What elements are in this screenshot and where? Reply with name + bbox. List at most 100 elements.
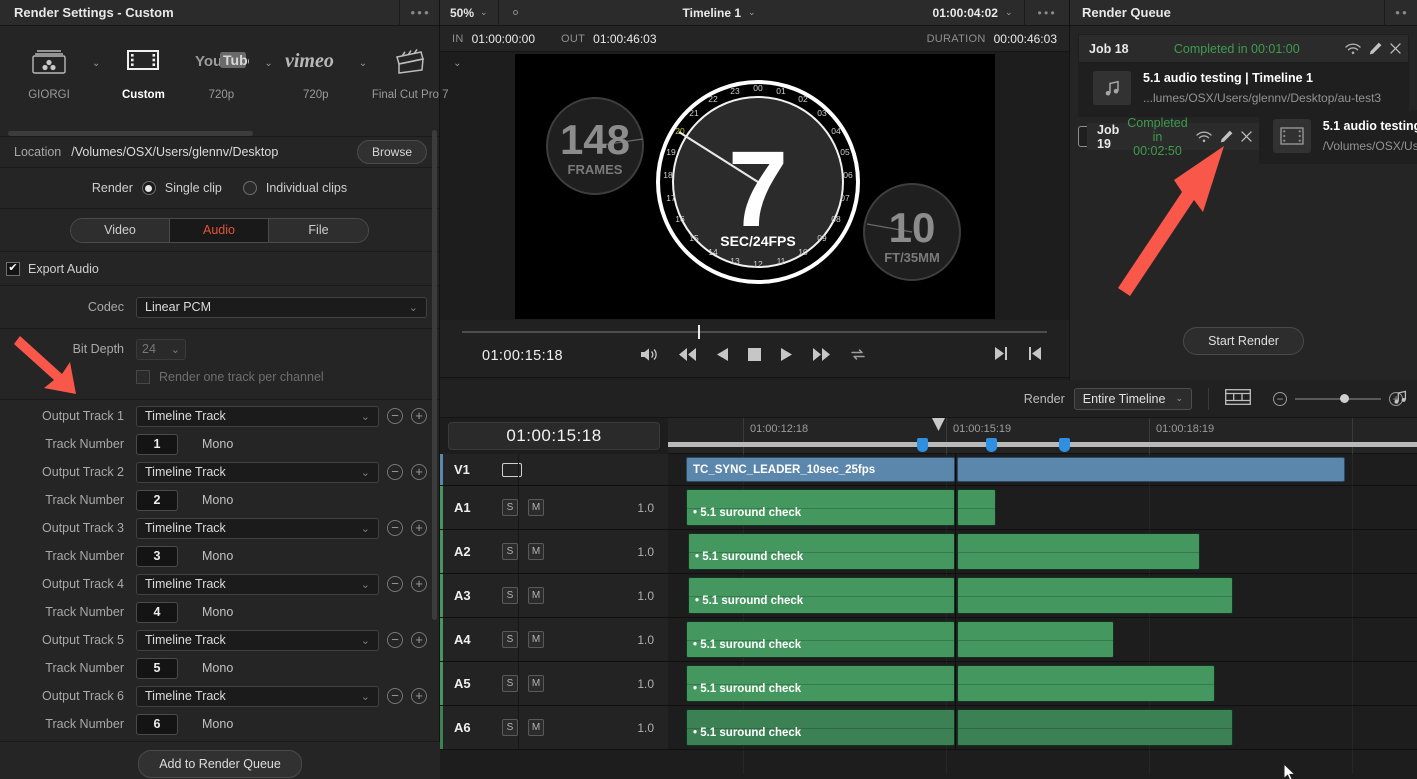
track-gain[interactable]: 1.0: [637, 721, 654, 735]
zoom-out-icon[interactable]: −: [1273, 391, 1287, 406]
track-solo-button[interactable]: S: [502, 587, 518, 604]
track-solo-button[interactable]: S: [502, 675, 518, 692]
timeline-clip[interactable]: [957, 577, 1233, 614]
preset-youtube[interactable]: You Tube 720p: [182, 40, 260, 101]
track-lane[interactable]: • 5.1 suround check: [668, 618, 1417, 661]
viewer-playhead[interactable]: [698, 325, 700, 339]
timeline-clip[interactable]: • 5.1 suround check: [688, 533, 955, 570]
track-lane[interactable]: • 5.1 suround check: [668, 486, 1417, 529]
close-icon[interactable]: [1390, 43, 1401, 54]
bit-depth-field[interactable]: 24 ⌄: [136, 338, 186, 360]
timeline-clip[interactable]: [957, 709, 1233, 746]
viewer-timecode-display[interactable]: 01:00:04:02 ⌄: [921, 0, 1026, 26]
timeline-playhead-head[interactable]: [932, 418, 945, 431]
viewer-scrubber[interactable]: [462, 331, 1047, 333]
timeline-clip[interactable]: • 5.1 suround check: [686, 621, 955, 658]
chevron-down-icon[interactable]: ⌄: [449, 58, 465, 69]
output-track-select[interactable]: Timeline Track ⌄: [136, 461, 379, 483]
timeline-clip[interactable]: TC_SYNC_LEADER_10sec_25fps: [686, 457, 955, 482]
timeline-clip[interactable]: [957, 457, 1345, 482]
chevron-down-icon[interactable]: ⌄: [355, 58, 371, 69]
track-number-field[interactable]: 3: [136, 545, 178, 567]
music-note-icon[interactable]: [1392, 389, 1409, 409]
track-header[interactable]: A5 S M 1.0: [440, 662, 668, 705]
track-gain[interactable]: 1.0: [637, 633, 654, 647]
tab-video[interactable]: Video: [71, 218, 170, 242]
chevron-down-icon[interactable]: ⌄: [260, 58, 276, 69]
preset-scroll-track[interactable]: [0, 124, 439, 136]
track-lane[interactable]: • 5.1 suround check: [668, 530, 1417, 573]
timeline-marker[interactable]: [986, 438, 997, 452]
track-number-field[interactable]: 2: [136, 489, 178, 511]
add-track-button[interactable]: +: [411, 632, 427, 648]
track-mute-button[interactable]: M: [528, 631, 544, 648]
render-queue-overflow-button[interactable]: ••: [1384, 0, 1409, 26]
add-track-button[interactable]: +: [411, 688, 427, 704]
filmstrip-view-icon[interactable]: [1225, 389, 1251, 408]
remove-track-button[interactable]: −: [387, 688, 403, 704]
preset-giorgi[interactable]: GIORGI: [10, 40, 88, 101]
preset-custom[interactable]: Custom: [104, 40, 182, 101]
track-lane[interactable]: • 5.1 suround check: [668, 662, 1417, 705]
track-number-field[interactable]: 6: [136, 713, 178, 735]
track-header[interactable]: A3 S M 1.0: [440, 574, 668, 617]
timeline-ruler[interactable]: 01:00:12:18 01:00:15:19 01:00:18:19: [668, 418, 1417, 454]
track-lane[interactable]: • 5.1 suround check: [668, 574, 1417, 617]
volume-icon[interactable]: [640, 347, 659, 362]
track-header[interactable]: A4 S M 1.0: [440, 618, 668, 661]
viewer-overflow-button[interactable]: •••: [1025, 6, 1069, 20]
output-track-select[interactable]: Timeline Track ⌄: [136, 405, 379, 427]
remove-track-button[interactable]: −: [387, 408, 403, 424]
jump-end-icon[interactable]: [812, 348, 830, 361]
wifi-icon[interactable]: [1345, 42, 1361, 55]
panel-overflow-button[interactable]: •••: [399, 0, 431, 26]
render-job[interactable]: Job 18 Completed in 00:01:00 5.1 audio t…: [1078, 34, 1409, 117]
track-solo-button[interactable]: S: [502, 543, 518, 560]
track-header[interactable]: A6 S M 1.0: [440, 706, 668, 749]
render-range-select[interactable]: Entire Timeline ⌄: [1073, 387, 1192, 410]
step-back-icon[interactable]: [717, 348, 728, 361]
loop-icon[interactable]: [850, 348, 866, 361]
mark-in-icon[interactable]: [1029, 347, 1041, 360]
timeline-marker[interactable]: [1059, 438, 1070, 452]
add-to-render-queue-button[interactable]: Add to Render Queue: [138, 750, 302, 778]
start-render-button[interactable]: Start Render: [1183, 327, 1304, 355]
timeline-clip[interactable]: [957, 621, 1114, 658]
timeline-timecode-display[interactable]: 01:00:15:18: [440, 418, 668, 454]
pencil-icon[interactable]: [1220, 130, 1233, 143]
add-track-button[interactable]: +: [411, 576, 427, 592]
add-track-button[interactable]: +: [411, 464, 427, 480]
track-solo-button[interactable]: S: [502, 499, 518, 516]
track-mute-button[interactable]: M: [528, 719, 544, 736]
output-track-select[interactable]: Timeline Track ⌄: [136, 629, 379, 651]
preset-vimeo[interactable]: vimeo 720p: [277, 40, 355, 101]
zoom-track[interactable]: [1295, 394, 1381, 403]
pencil-icon[interactable]: [1369, 42, 1382, 55]
mark-out-icon[interactable]: [995, 347, 1007, 360]
timeline-clip[interactable]: [957, 665, 1215, 702]
close-icon[interactable]: [1240, 131, 1252, 142]
timeline-clip[interactable]: • 5.1 suround check: [686, 489, 955, 526]
jump-start-icon[interactable]: [679, 348, 697, 361]
track-mute-button[interactable]: M: [528, 499, 544, 516]
track-gain[interactable]: 1.0: [637, 589, 654, 603]
output-track-select[interactable]: Timeline Track ⌄: [136, 685, 379, 707]
viewer-timeline-selector[interactable]: Timeline 1 ⌄: [518, 6, 921, 20]
add-track-button[interactable]: +: [411, 520, 427, 536]
tab-audio[interactable]: Audio: [170, 218, 269, 242]
video-viewer[interactable]: 148 FRAMES 10 FT/35MM 00 01 02 03 04 05 …: [440, 52, 1069, 320]
render-one-track-checkbox[interactable]: [136, 370, 150, 384]
timeline-clip[interactable]: • 5.1 suround check: [686, 665, 955, 702]
remove-track-button[interactable]: −: [387, 576, 403, 592]
chevron-down-icon[interactable]: ⌄: [88, 58, 104, 69]
browse-button[interactable]: Browse: [356, 140, 427, 164]
track-number-field[interactable]: 5: [136, 657, 178, 679]
track-gain[interactable]: 1.0: [637, 501, 654, 515]
track-number-field[interactable]: 4: [136, 601, 178, 623]
radio-individual-clips[interactable]: [242, 181, 257, 195]
track-solo-button[interactable]: S: [502, 719, 518, 736]
track-lane[interactable]: • 5.1 suround check: [668, 706, 1417, 749]
track-header[interactable]: A2 S M 1.0: [440, 530, 668, 573]
play-icon[interactable]: [781, 348, 792, 361]
timeline-zoom-slider[interactable]: − +: [1273, 391, 1403, 406]
